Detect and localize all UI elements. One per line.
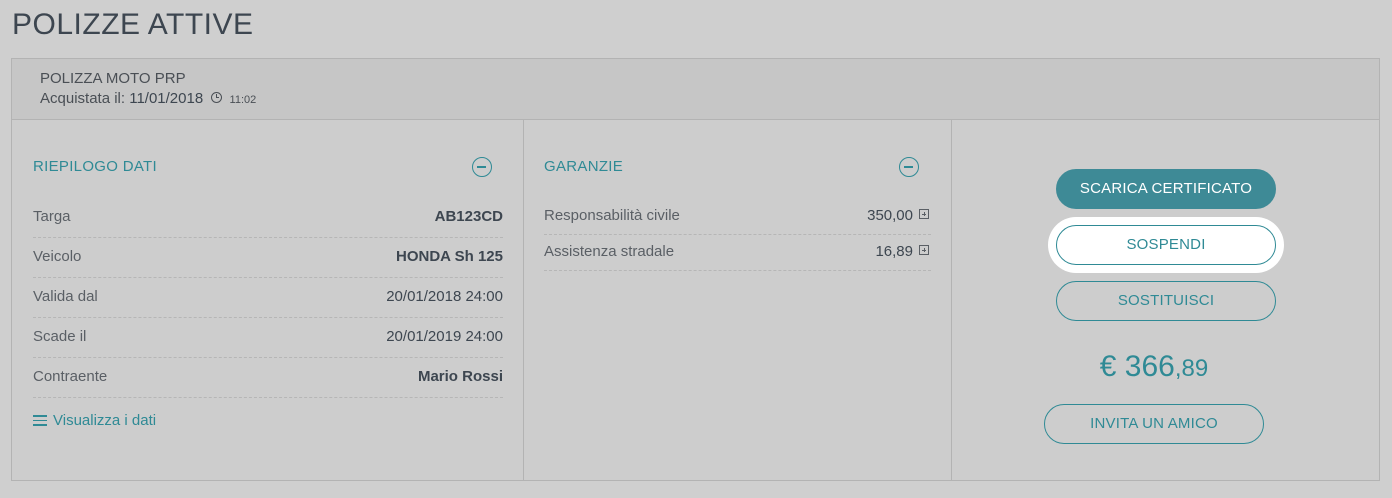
guarantees-title: GARANZIE xyxy=(544,158,624,175)
summary-collapse-icon[interactable] xyxy=(472,157,492,177)
row-label: Targa xyxy=(33,208,71,225)
policy-header: POLIZZA MOTO PRP Acquistata il: 11/01/20… xyxy=(12,59,1379,120)
list-icon xyxy=(33,415,47,426)
guarantee-label: Assistenza stradale xyxy=(544,243,675,260)
guarantee-row: Assistenza stradale 16,89 xyxy=(544,235,931,271)
column-divider xyxy=(523,120,524,481)
summary-title: RIEPILOGO DATI xyxy=(33,158,157,175)
guarantee-label: Responsabilità civile xyxy=(544,207,680,224)
expand-plus-icon[interactable] xyxy=(919,245,929,255)
price-integer: 366 xyxy=(1124,350,1175,383)
summary-row-valid-from: Valida dal 20/01/2018 24:00 xyxy=(33,278,503,318)
summary-row-contractor: Contraente Mario Rossi xyxy=(33,358,503,398)
policy-name: POLIZZA MOTO PRP xyxy=(40,70,186,87)
expand-plus-icon[interactable] xyxy=(919,209,929,219)
view-data-link[interactable]: Visualizza i dati xyxy=(33,412,156,429)
guarantee-value: 350,00 xyxy=(867,207,913,224)
row-value: AB123CD xyxy=(434,208,503,225)
row-label: Veicolo xyxy=(33,248,82,265)
invite-friend-button[interactable]: INVITA UN AMICO xyxy=(1044,404,1264,444)
guarantee-row: Responsabilità civile 350,00 xyxy=(544,199,931,235)
summary-row-plate: Targa AB123CD xyxy=(33,198,503,238)
row-label: Scade il xyxy=(33,328,87,345)
purchase-time: 11:02 xyxy=(229,94,257,106)
price-currency: € xyxy=(1099,350,1117,383)
download-certificate-button[interactable]: SCARICA CERTIFICATO xyxy=(1056,169,1276,209)
row-value: 20/01/2019 24:00 xyxy=(386,328,503,345)
row-label: Contraente xyxy=(33,368,108,385)
policy-price: € 366,89 xyxy=(1044,350,1264,384)
guarantees-collapse-icon[interactable] xyxy=(899,157,919,177)
summary-row-vehicle: Veicolo HONDA Sh 125 xyxy=(33,238,503,278)
row-value: 20/01/2018 24:00 xyxy=(386,288,503,305)
summary-row-expires: Scade il 20/01/2019 24:00 xyxy=(33,318,503,358)
purchase-date: 11/01/2018 xyxy=(129,90,204,107)
page-title: POLIZZE ATTIVE xyxy=(12,8,254,41)
row-value: Mario Rossi xyxy=(417,368,503,385)
row-value: HONDA Sh 125 xyxy=(396,248,503,265)
view-data-label: Visualizza i dati xyxy=(53,412,157,429)
guarantee-value: 16,89 xyxy=(875,243,913,260)
column-divider xyxy=(951,120,952,481)
suspend-button[interactable]: SOSPENDI xyxy=(1056,225,1276,265)
clock-icon xyxy=(211,92,223,103)
purchase-label: Acquistata il: xyxy=(40,90,126,107)
replace-button[interactable]: SOSTITUISCI xyxy=(1056,281,1276,321)
purchase-info: Acquistata il: 11/01/2018 11:02 xyxy=(40,90,256,107)
price-cents: ,89 xyxy=(1174,355,1209,382)
row-label: Valida dal xyxy=(33,288,98,305)
